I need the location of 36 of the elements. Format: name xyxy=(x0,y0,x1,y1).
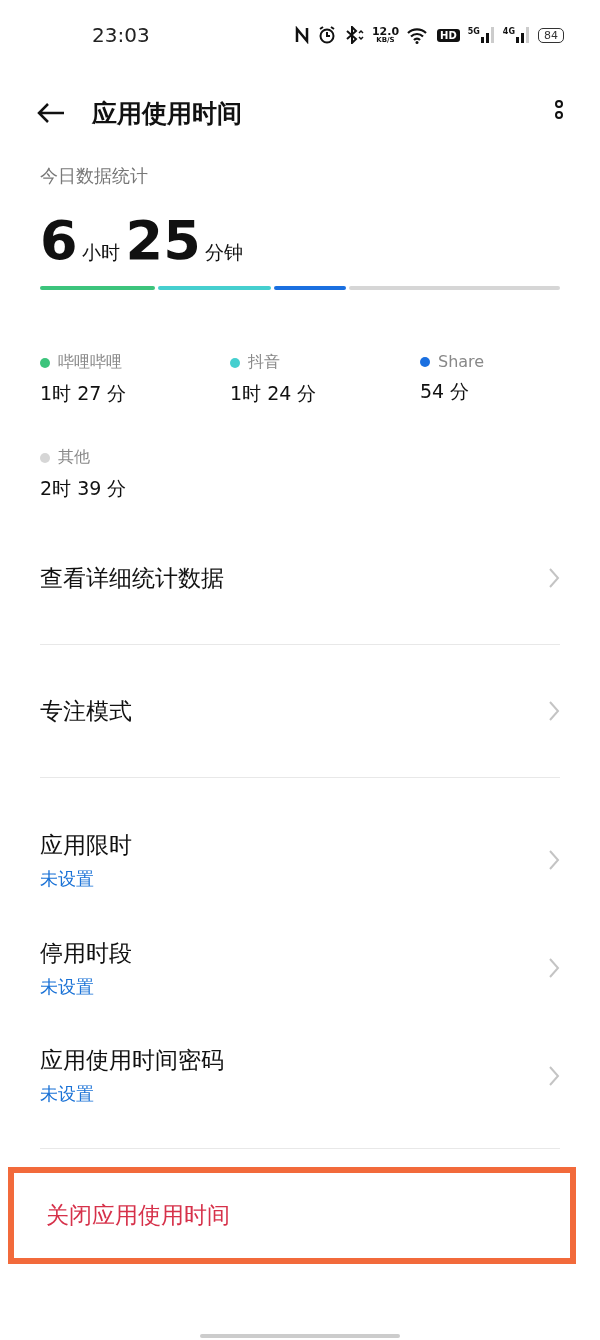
menu-item[interactable]: 应用限时 未设置 xyxy=(40,778,560,914)
menu-item[interactable]: 查看详细统计数据 xyxy=(40,512,560,645)
chevron-right-icon xyxy=(548,1064,560,1087)
menu-item[interactable]: 停用时段 未设置 xyxy=(40,914,560,1022)
hours-unit: 小时 xyxy=(81,240,120,265)
back-arrow-icon[interactable] xyxy=(36,102,66,124)
battery-level: 84 xyxy=(538,27,564,43)
section-label: 今日数据统计 xyxy=(40,164,149,188)
network-type: 5G xyxy=(467,27,480,36)
network-type: 4G xyxy=(502,27,515,36)
app-name: 哔哩哔哩 xyxy=(58,352,122,373)
signal-icon xyxy=(480,27,495,43)
nfc-icon xyxy=(293,26,310,44)
page-title: 应用使用时间 xyxy=(92,97,242,130)
signal-icon xyxy=(516,27,530,43)
app-usage-time: 2时 39 分 xyxy=(40,476,128,501)
alarm-clock-icon xyxy=(317,26,336,44)
app-usage-time: 1时 24 分 xyxy=(230,381,318,406)
app-usage-time: 1时 27 分 xyxy=(40,381,128,406)
chevron-right-icon xyxy=(548,849,560,871)
chevron-right-icon xyxy=(548,700,560,722)
chevron-right-icon xyxy=(548,957,560,979)
usage-hours: 6 xyxy=(40,214,78,268)
chevron-right-icon xyxy=(548,567,560,589)
turn-off-button[interactable]: 关闭应用使用时间 xyxy=(8,1167,576,1264)
hd-voice-badge: HD xyxy=(437,28,460,42)
network-speed: 12.0 xyxy=(371,26,400,37)
app-usage-time: 54 分 xyxy=(420,379,471,404)
app-name: Share xyxy=(438,352,485,371)
usage-minutes: 25 xyxy=(125,214,201,268)
app-name: 抖音 xyxy=(248,352,280,373)
menu-item[interactable]: 专注模式 xyxy=(40,645,560,778)
app-name: 其他 xyxy=(58,447,90,468)
menu-item[interactable]: 应用使用时间密码 未设置 xyxy=(40,1022,560,1149)
minutes-unit: 分钟 xyxy=(204,240,243,265)
clock-time: 23:03 xyxy=(92,23,150,47)
